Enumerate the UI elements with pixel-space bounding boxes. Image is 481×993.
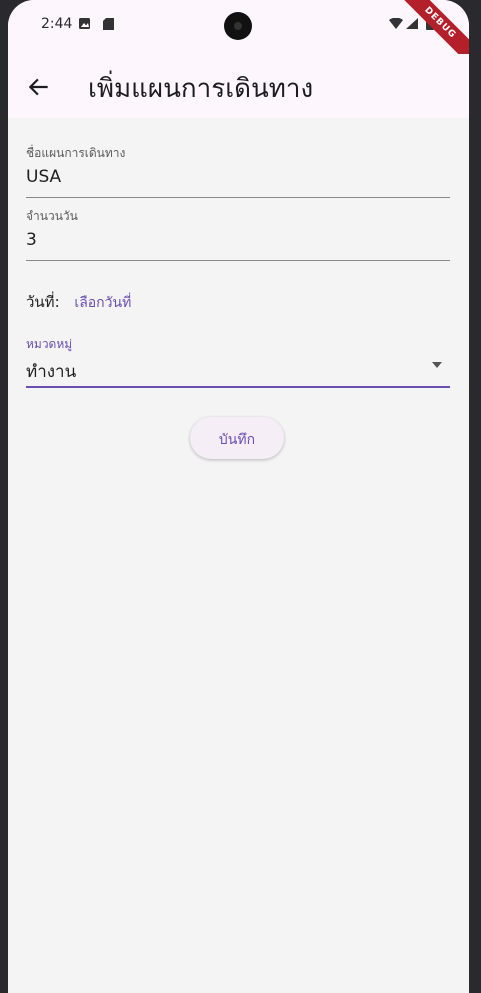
plan-name-field[interactable]: ชื่อแผนการเดินทาง USA xyxy=(26,144,450,198)
plan-name-underline xyxy=(26,197,450,198)
date-row: วันที่: เลือกวันที่ xyxy=(26,290,131,314)
days-label: จำนวนวัน xyxy=(26,209,78,223)
date-label: วันที่: xyxy=(26,293,60,311)
category-underline xyxy=(26,386,450,388)
days-field[interactable]: จำนวนวัน 3 xyxy=(26,207,450,261)
category-label: หมวดหมู่ xyxy=(26,337,73,351)
status-bar: 2:44 DEBUG xyxy=(8,0,469,69)
front-camera xyxy=(224,12,252,40)
photo-notification-icon xyxy=(79,18,90,29)
save-button[interactable]: บันทึก xyxy=(190,417,284,459)
wifi-icon xyxy=(389,18,403,29)
back-arrow-icon[interactable] xyxy=(26,74,52,100)
plan-name-input[interactable]: USA xyxy=(26,167,450,187)
app-bar: เพิ่มแผนการเดินทาง xyxy=(8,54,469,118)
page-title: เพิ่มแผนการเดินทาง xyxy=(88,74,314,104)
dropdown-arrow-icon[interactable] xyxy=(432,362,442,368)
signal-icon xyxy=(406,18,418,29)
category-dropdown[interactable]: หมวดหมู่ ทำงาน xyxy=(26,335,450,388)
status-time: 2:44 xyxy=(41,16,73,32)
phone-screen: 2:44 DEBUG เพิ่มแผนการเดินทาง ชื่อแผนการ… xyxy=(8,0,469,993)
days-underline xyxy=(26,260,450,261)
select-date-link[interactable]: เลือกวันที่ xyxy=(74,295,131,311)
category-value[interactable]: ทำงาน xyxy=(26,358,450,385)
days-input[interactable]: 3 xyxy=(26,230,450,250)
sd-card-icon xyxy=(103,18,114,30)
plan-name-label: ชื่อแผนการเดินทาง xyxy=(26,146,126,160)
